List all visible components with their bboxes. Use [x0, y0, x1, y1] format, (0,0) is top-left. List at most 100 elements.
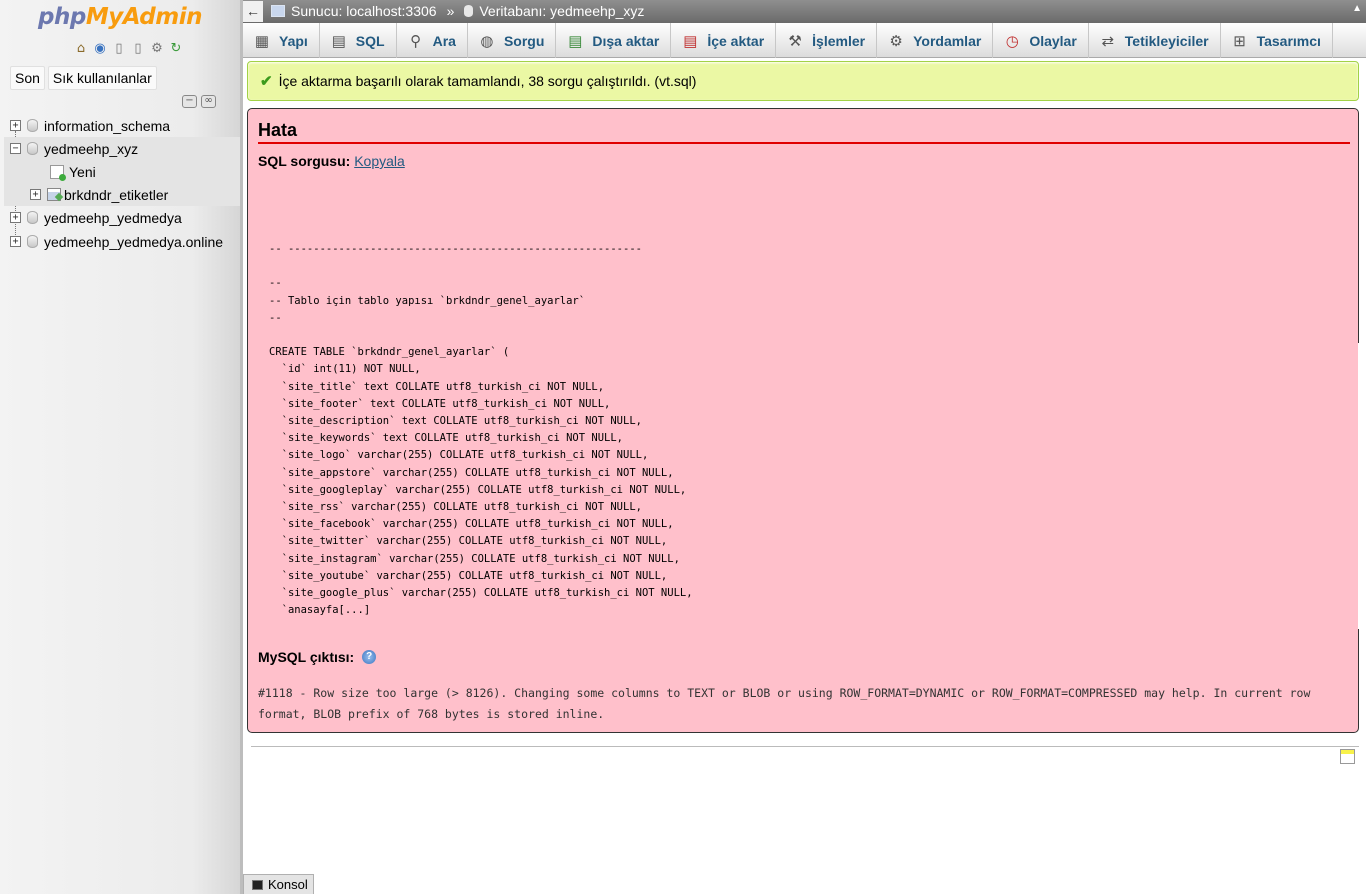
mysql-output-heading: MySQL çıktısı: ? — [258, 649, 377, 665]
tree-item-yedmeehp-yedmedya[interactable]: + yedmeehp_yedmedya — [10, 206, 240, 229]
tab-operations[interactable]: ⚒ İşlemler — [776, 23, 878, 58]
collapse-arrow-icon[interactable]: ▲ — [1352, 3, 1362, 14]
console-toggle[interactable]: Konsol — [243, 874, 314, 894]
mysql-error-message: #1118 - Row size too large (> 8126). Cha… — [258, 686, 1311, 721]
gear-icon[interactable]: ⚙ — [149, 41, 165, 57]
breadcrumb-server[interactable]: Sunucu: localhost:3306 — [291, 3, 437, 19]
structure-icon: ▦ — [254, 32, 270, 50]
export-icon: ▤ — [568, 32, 583, 50]
tab-label: Tetikleyiciler — [1124, 32, 1209, 49]
expand-icon[interactable]: + — [10, 120, 21, 131]
error-box: Hata SQL sorgusu: Kopyala -- -----------… — [247, 108, 1359, 733]
routines-icon: ⚙ — [889, 32, 903, 50]
tree-item-yedmeehp-yedmedya-online[interactable]: + yedmeehp_yedmedya.online — [10, 230, 240, 253]
tab-import[interactable]: ▤ İçe aktar — [671, 23, 777, 58]
logout-icon[interactable]: ◉ — [92, 41, 108, 57]
expand-icon[interactable]: + — [10, 212, 21, 223]
back-arrow-icon[interactable]: ← — [243, 1, 263, 22]
tab-label: Tasarımcı — [1256, 32, 1321, 49]
tab-designer[interactable]: ⊞ Tasarımcı — [1221, 23, 1333, 58]
success-notice: ✔ İçe aktarma başarılı olarak tamamlandı… — [247, 61, 1359, 101]
tree-item-information-schema[interactable]: + information_schema — [10, 114, 240, 137]
sql-code-line: -- -------------------------------------… — [269, 243, 642, 255]
import-icon: ▤ — [683, 32, 698, 50]
table-icon — [47, 188, 61, 201]
tree-item-label: Yeni — [69, 163, 96, 180]
logo-left-text: php — [38, 4, 86, 30]
tree-controls: − ∞ — [182, 95, 216, 108]
sql-code-line: `anasayfa[...] — [269, 604, 371, 617]
sql-code-line: `site_footer` text COLLATE utf8_turkish_… — [269, 397, 611, 410]
tree-item-label: yedmeehp_yedmedya — [44, 209, 182, 226]
breadcrumb-separator: » — [446, 3, 455, 19]
help-icon[interactable]: ? — [362, 650, 377, 664]
navigation-panel: phpMyAdmin ⌂ ◉ ▯ ▯ ⚙ ↻ Son Sık kullanıla… — [0, 0, 240, 894]
bookmark-note-icon[interactable] — [1340, 749, 1355, 764]
quick-icons: ⌂ ◉ ▯ ▯ ⚙ ↻ — [73, 41, 184, 57]
search-icon: ⚲ — [410, 32, 422, 50]
new-table-icon — [50, 164, 66, 181]
nav-resizer[interactable] — [240, 0, 243, 894]
sql-code-line: -- Tablo için tablo yapısı `brkdndr_gene… — [269, 294, 586, 307]
sql-code-line: -- — [269, 277, 282, 290]
link-icon[interactable]: ∞ — [201, 95, 216, 108]
tree-item-label: yedmeehp_xyz — [44, 140, 139, 157]
sql-code-line: `site_logo` varchar(255) COLLATE utf8_tu… — [269, 449, 649, 462]
database-icon — [27, 119, 38, 132]
tab-triggers[interactable]: ⇄ Tetikleyiciler — [1089, 23, 1221, 58]
sql-code-line: `site_google_plus` varchar(255) COLLATE … — [269, 587, 693, 600]
tab-label: Yapı — [279, 32, 308, 49]
copy-link[interactable]: Kopyala — [354, 153, 405, 169]
tab-query[interactable]: ◍ Sorgu — [468, 23, 557, 58]
collapse-all-icon[interactable]: − — [182, 95, 197, 108]
sql-icon: ▤ — [331, 32, 346, 50]
tab-sql[interactable]: ▤ SQL — [320, 23, 397, 58]
sql-code-line: `site_keywords` text COLLATE utf8_turkis… — [269, 432, 624, 445]
content-divider — [251, 746, 1359, 747]
sql-code-line: CREATE TABLE `brkdndr_genel_ayarlar` ( — [269, 346, 510, 359]
scroll-gap — [1358, 343, 1366, 629]
phpmyadmin-logo[interactable]: phpMyAdmin — [0, 4, 240, 30]
sql-code-line: `site_title` text COLLATE utf8_turkish_c… — [269, 380, 605, 393]
database-icon — [27, 142, 38, 155]
console-label: Konsol — [268, 877, 308, 892]
home-icon[interactable]: ⌂ — [73, 41, 89, 57]
reload-icon[interactable]: ↻ — [168, 41, 184, 57]
logo-right-text: MyAdmin — [85, 4, 203, 30]
sql-code-line: -- — [269, 311, 282, 324]
tab-events[interactable]: ◷ Olaylar — [993, 23, 1089, 58]
sql-code-line: `site_rss` varchar(255) COLLATE utf8_tur… — [269, 501, 642, 514]
expand-icon[interactable]: + — [10, 236, 21, 247]
sql-code-line: `site_facebook` varchar(255) COLLATE utf… — [269, 518, 674, 531]
sql-code-line: `site_description` text COLLATE utf8_tur… — [269, 415, 642, 428]
console-icon — [252, 879, 263, 890]
tree-item-brkdndr-etiketler[interactable]: + brkdndr_etiketler — [4, 183, 240, 206]
breadcrumb: Sunucu: localhost:3306 » Veritabanı: yed… — [271, 3, 644, 19]
tree-item-new-table[interactable]: Yeni — [4, 160, 240, 183]
docs-icon[interactable]: ▯ — [111, 41, 127, 57]
favorites-tab[interactable]: Sık kullanılanlar — [47, 66, 157, 90]
server-icon — [271, 5, 285, 17]
tab-label: Olaylar — [1029, 32, 1077, 49]
wrench-icon: ⚒ — [788, 32, 802, 50]
breadcrumb-database[interactable]: Veritabanı: yedmeehp_xyz — [479, 3, 644, 19]
tab-structure[interactable]: ▦ Yapı — [243, 23, 320, 58]
nav-tabs: Son Sık kullanılanlar — [10, 66, 157, 90]
sql-code-line: `site_youtube` varchar(255) COLLATE utf8… — [269, 569, 668, 582]
tree-item-yedmeehp-xyz[interactable]: − yedmeehp_xyz — [4, 137, 240, 160]
tab-menu: ▦ Yapı ▤ SQL ⚲ Ara ◍ Sorgu ▤ Dışa aktar ▤ İçe … — [243, 23, 1366, 58]
tab-routines[interactable]: ⚙ Yordamlar — [877, 23, 994, 58]
triggers-icon: ⇄ — [1101, 32, 1115, 50]
expand-icon[interactable]: + — [30, 189, 41, 200]
tree-item-label: brkdndr_etiketler — [64, 186, 169, 203]
tab-export[interactable]: ▤ Dışa aktar — [556, 23, 672, 58]
recent-tab[interactable]: Son — [10, 66, 45, 90]
tab-label: İçe aktar — [707, 32, 765, 49]
sql-code-line: `site_instagram` varchar(255) COLLATE ut… — [269, 552, 680, 565]
tab-search[interactable]: ⚲ Ara — [397, 23, 468, 58]
collapse-icon[interactable]: − — [10, 143, 21, 154]
tab-label: Yordamlar — [913, 32, 982, 49]
tab-label: SQL — [355, 32, 385, 49]
documentation-icon[interactable]: ▯ — [130, 41, 146, 57]
sql-query-label: SQL sorgusu: — [258, 153, 351, 169]
